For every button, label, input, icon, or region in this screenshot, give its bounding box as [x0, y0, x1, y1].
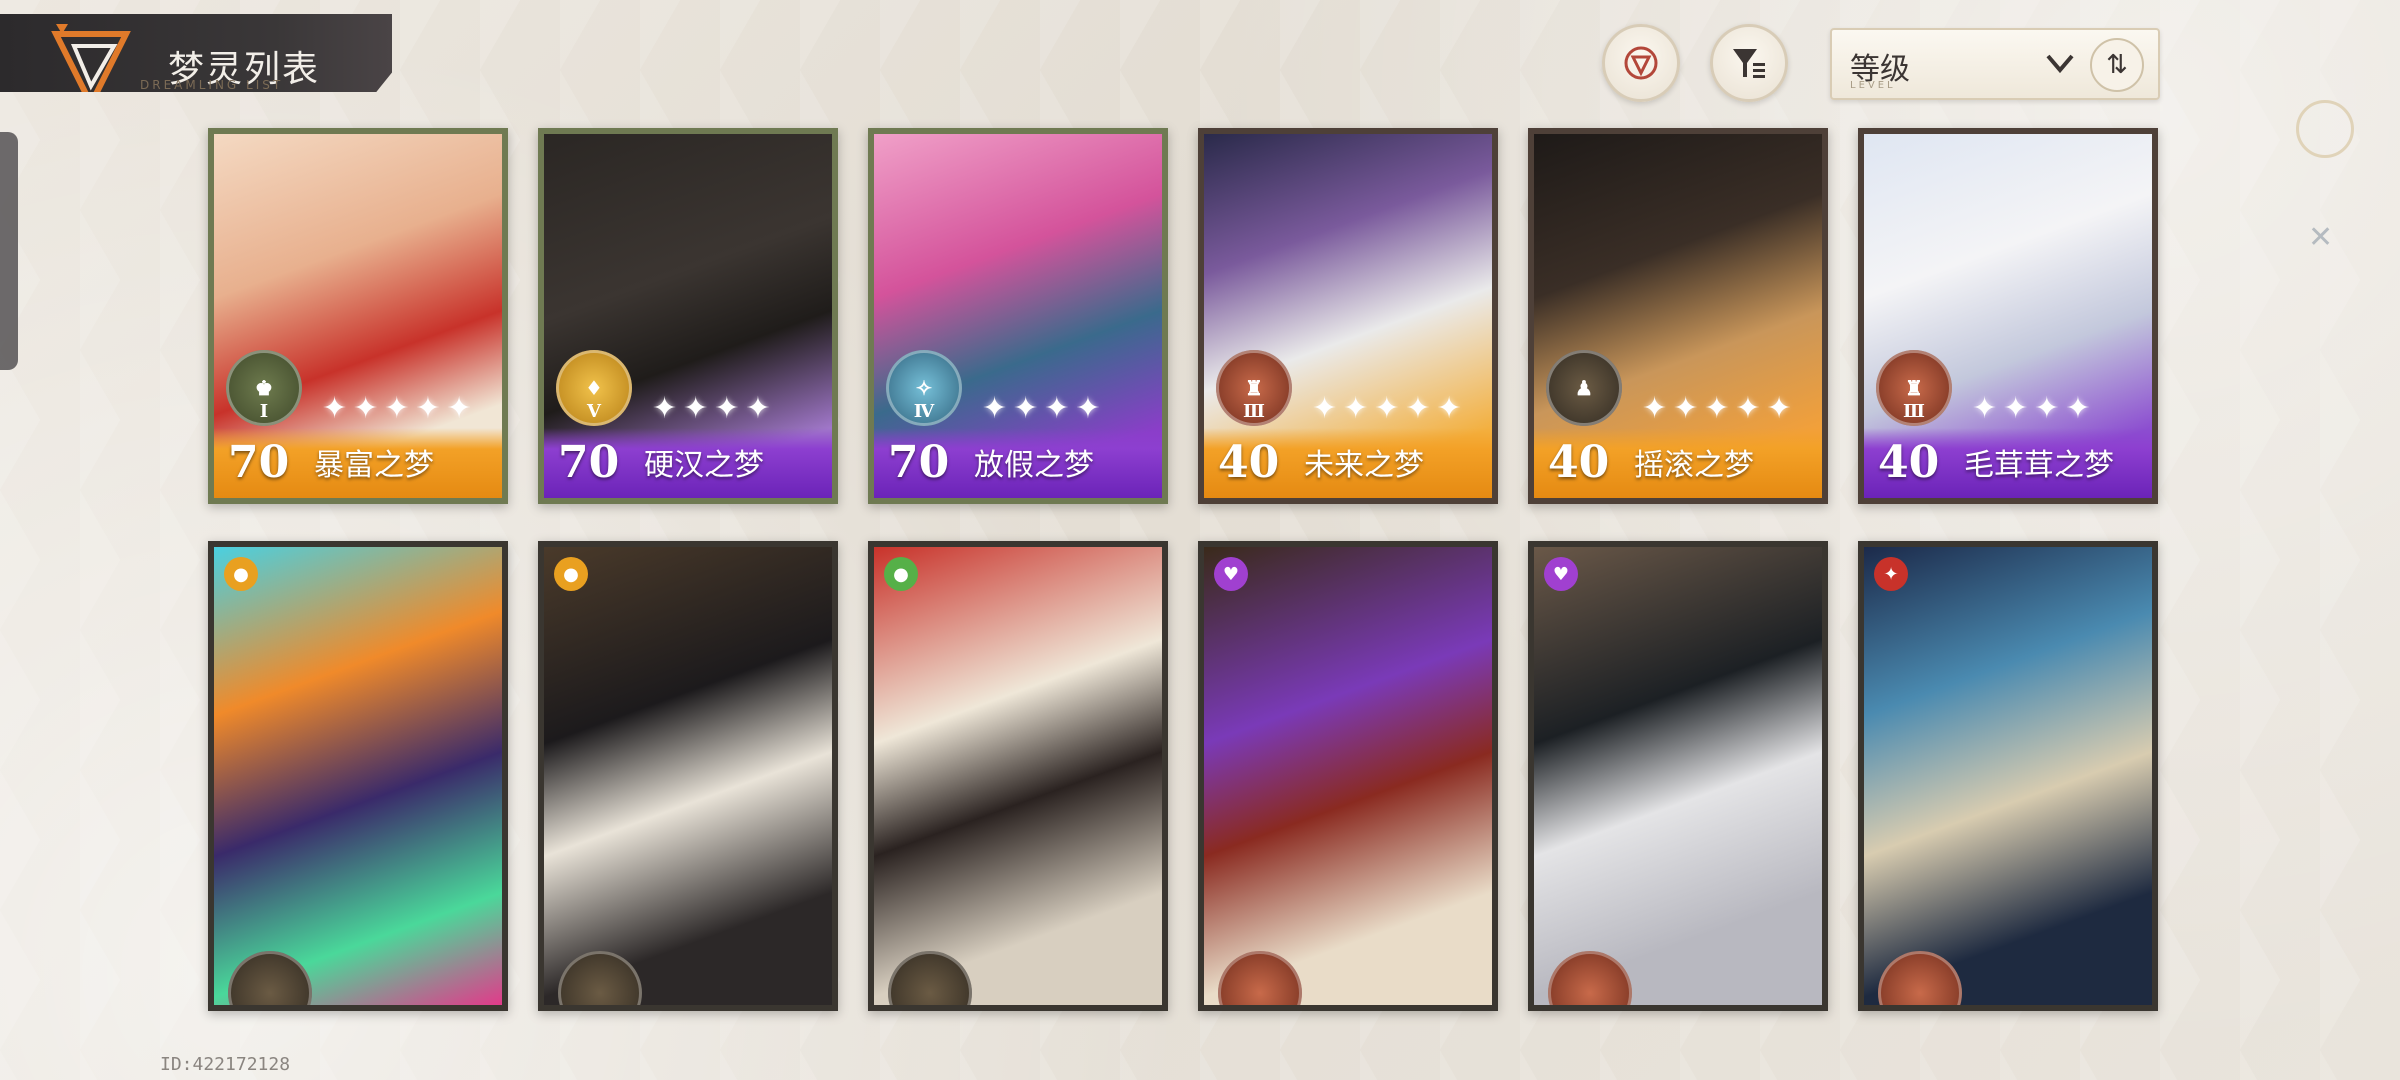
- card-name: 摇滚之梦: [1634, 448, 1754, 483]
- decorative-cross-icon: ✕: [2308, 220, 2334, 255]
- dreamling-card[interactable]: ●: [538, 541, 838, 1011]
- sort-sub-label: LEVEL: [1850, 80, 1896, 91]
- element-icon: ✦: [1874, 557, 1908, 591]
- dreamling-card[interactable]: ●: [208, 541, 508, 1011]
- target-icon: [1624, 46, 1658, 80]
- sort-order-icon: ⇅: [2106, 50, 2128, 80]
- star-rating: ✦✦✦✦: [982, 391, 1107, 426]
- character-art: [874, 547, 1162, 1005]
- character-art: [1204, 547, 1492, 1005]
- sort-dropdown[interactable]: 等级 LEVEL ⇅: [1830, 28, 2160, 100]
- rank-badge: ✧ Ⅳ: [886, 350, 962, 426]
- dreamling-card[interactable]: ♚ Ⅰ ✦✦✦✦✦ 70 暴富之梦: [208, 128, 508, 504]
- element-icon: ♥: [1544, 557, 1578, 591]
- rank-badge: ♜ Ⅲ: [1876, 350, 1952, 426]
- star-rating: ✦✦✦✦✦: [322, 391, 478, 426]
- sort-order-toggle[interactable]: ⇅: [2090, 38, 2144, 92]
- rank-badge: ♦ Ⅴ: [556, 350, 632, 426]
- card-name: 未来之梦: [1304, 448, 1424, 483]
- dreamling-card[interactable]: ●: [868, 541, 1168, 1011]
- character-art: [214, 547, 502, 1005]
- dreamling-card[interactable]: ♜ Ⅲ ✦✦✦✦ 40 毛茸茸之梦: [1858, 128, 2158, 504]
- card-name: 放假之梦: [974, 448, 1094, 483]
- emblem-icon: [51, 24, 131, 92]
- star-rating: ✦✦✦✦✦: [1312, 391, 1468, 426]
- star-rating: ✦✦✦✦: [652, 391, 777, 426]
- element-icon: ●: [554, 557, 588, 591]
- dreamling-card[interactable]: ♟ ✦✦✦✦✦ 40 摇滚之梦: [1528, 128, 1828, 504]
- card-name: 毛茸茸之梦: [1964, 448, 2114, 483]
- level-number: 40: [1548, 437, 1610, 488]
- rank-badge: ♚ Ⅰ: [226, 350, 302, 426]
- element-icon: ●: [884, 557, 918, 591]
- level-number: 40: [1218, 437, 1280, 488]
- title-plate: 梦灵列表 DREAMLING LIST: [0, 14, 392, 92]
- card-name: 暴富之梦: [314, 448, 434, 483]
- decorative-ring: [2296, 100, 2354, 158]
- filter-button[interactable]: [1710, 24, 1788, 102]
- player-id: ID:422172128: [160, 1054, 291, 1075]
- card-name: 硬汉之梦: [644, 448, 764, 483]
- dreamling-card[interactable]: ✦: [1858, 541, 2158, 1011]
- level-number: 70: [558, 437, 620, 488]
- character-art: [544, 547, 832, 1005]
- page-subtitle: DREAMLING LIST: [140, 78, 284, 92]
- rank-badge: ♟: [1546, 350, 1622, 426]
- chevron-down-icon: [2046, 54, 2074, 74]
- view-toggle-button[interactable]: [1602, 24, 1680, 102]
- side-drawer-handle[interactable]: [0, 132, 18, 370]
- dreamling-card[interactable]: ♥: [1528, 541, 1828, 1011]
- character-art: [1534, 547, 1822, 1005]
- level-number: 70: [228, 437, 290, 488]
- rank-badge: ♜ Ⅲ: [1216, 350, 1292, 426]
- dreamling-card[interactable]: ♦ Ⅴ ✦✦✦✦ 70 硬汉之梦: [538, 128, 838, 504]
- filter-icon: [1733, 49, 1765, 78]
- element-icon: ●: [224, 557, 258, 591]
- level-number: 40: [1878, 437, 1940, 488]
- element-icon: ♥: [1214, 557, 1248, 591]
- character-art: [1864, 547, 2152, 1005]
- star-rating: ✦✦✦✦: [1972, 391, 2097, 426]
- star-rating: ✦✦✦✦✦: [1642, 391, 1798, 426]
- dreamling-card[interactable]: ✧ Ⅳ ✦✦✦✦ 70 放假之梦: [868, 128, 1168, 504]
- dreamling-card[interactable]: ♜ Ⅲ ✦✦✦✦✦ 40 未来之梦: [1198, 128, 1498, 504]
- dreamling-card[interactable]: ♥: [1198, 541, 1498, 1011]
- level-number: 70: [888, 437, 950, 488]
